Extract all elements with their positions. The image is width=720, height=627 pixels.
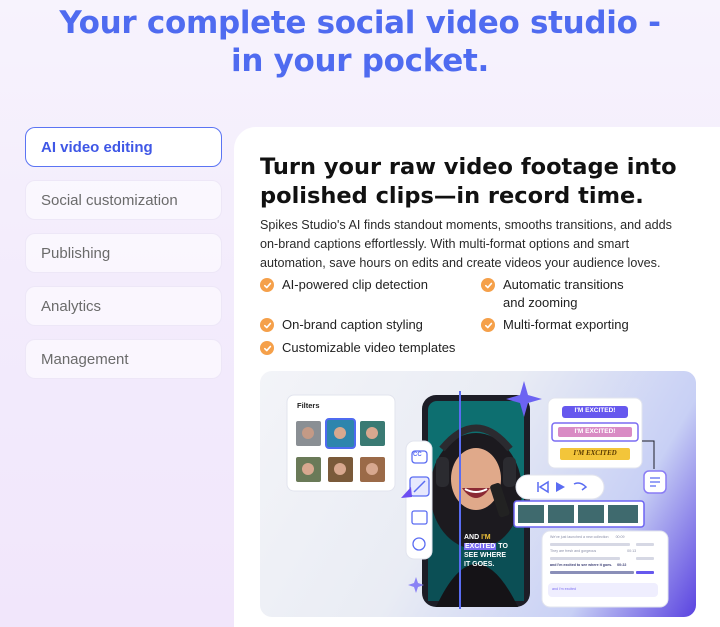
content-description: Spikes Studio's AI finds standout moment… [260, 218, 672, 270]
tab-publishing[interactable]: Publishing [25, 233, 222, 273]
transcript-line[interactable]: and I'm excited [552, 587, 576, 591]
feature-item: AI-powered clip detection [260, 276, 428, 294]
transcript-line[interactable]: and I'm excited to see where it goes. 00… [550, 563, 626, 567]
check-icon [481, 318, 495, 332]
content-title: Turn your raw video footage into polishe… [260, 153, 700, 211]
check-icon [481, 278, 495, 292]
video-caption: AND I'M EXCITED TO SEE WHERE IT GOES. [464, 533, 508, 569]
caption-word-highlight: EXCITED [464, 543, 497, 550]
feature-label: AI-powered clip detection [282, 277, 428, 292]
feature-label: Customizable video templates [282, 340, 456, 355]
cc-icon[interactable]: CC [413, 452, 422, 458]
tab-management[interactable]: Management [25, 339, 222, 379]
caption-word: AND [464, 534, 480, 541]
feature-label: On-brand caption styling [282, 317, 423, 332]
tab-analytics[interactable]: Analytics [25, 286, 222, 326]
product-mockup: Filters CC I'M EXCITED! I'M EXCITED! I'M… [260, 371, 696, 617]
check-icon [260, 341, 274, 355]
caption-style-option[interactable]: I'M EXCITED! [558, 428, 632, 435]
feature-tabs: AI video editing Social customization Pu… [25, 127, 222, 392]
transcript-line[interactable]: They are fresh and gorgeous 00:13 [550, 549, 636, 553]
editor-toolbar [405, 440, 433, 560]
caption-style-option[interactable]: I'M EXCITED [560, 449, 630, 457]
feature-item: Customizable video templates [260, 339, 455, 357]
feature-item: Multi-format exporting [481, 316, 629, 334]
feature-label-line-2: and zooming [503, 295, 578, 310]
feature-label: Automatic transitions and zooming [503, 276, 624, 312]
caption-word-highlight: I'M [481, 534, 491, 541]
tab-social-customization[interactable]: Social customization [25, 180, 222, 220]
headline-line-1: Your complete social video studio - [59, 5, 661, 41]
page-headline: Your complete social video studio - in y… [0, 4, 720, 80]
check-icon [260, 318, 274, 332]
caption-word: IT GOES. [464, 561, 495, 568]
headline-line-2: in your pocket. [231, 43, 489, 79]
person-face [451, 448, 501, 510]
caption-word: SEE WHERE [464, 552, 507, 559]
transcript-line[interactable]: We've just launched a new collection 00:… [550, 535, 625, 539]
check-icon [260, 278, 274, 292]
tab-ai-video-editing[interactable]: AI video editing [25, 127, 222, 167]
feature-label-line-1: Automatic transitions [503, 277, 624, 292]
feature-item: Automatic transitions and zooming [481, 276, 624, 312]
feature-item: On-brand caption styling [260, 316, 423, 334]
mockup-illustration [286, 381, 669, 609]
content-title-line-1: Turn your raw video footage into [260, 154, 677, 180]
caption-word: TO [498, 543, 508, 550]
caption-style-option[interactable]: I'M EXCITED! [562, 407, 628, 414]
content-title-line-2: polished clips—in record time. [260, 183, 644, 209]
filters-label: Filters [297, 401, 320, 410]
feature-label: Multi-format exporting [503, 317, 629, 332]
